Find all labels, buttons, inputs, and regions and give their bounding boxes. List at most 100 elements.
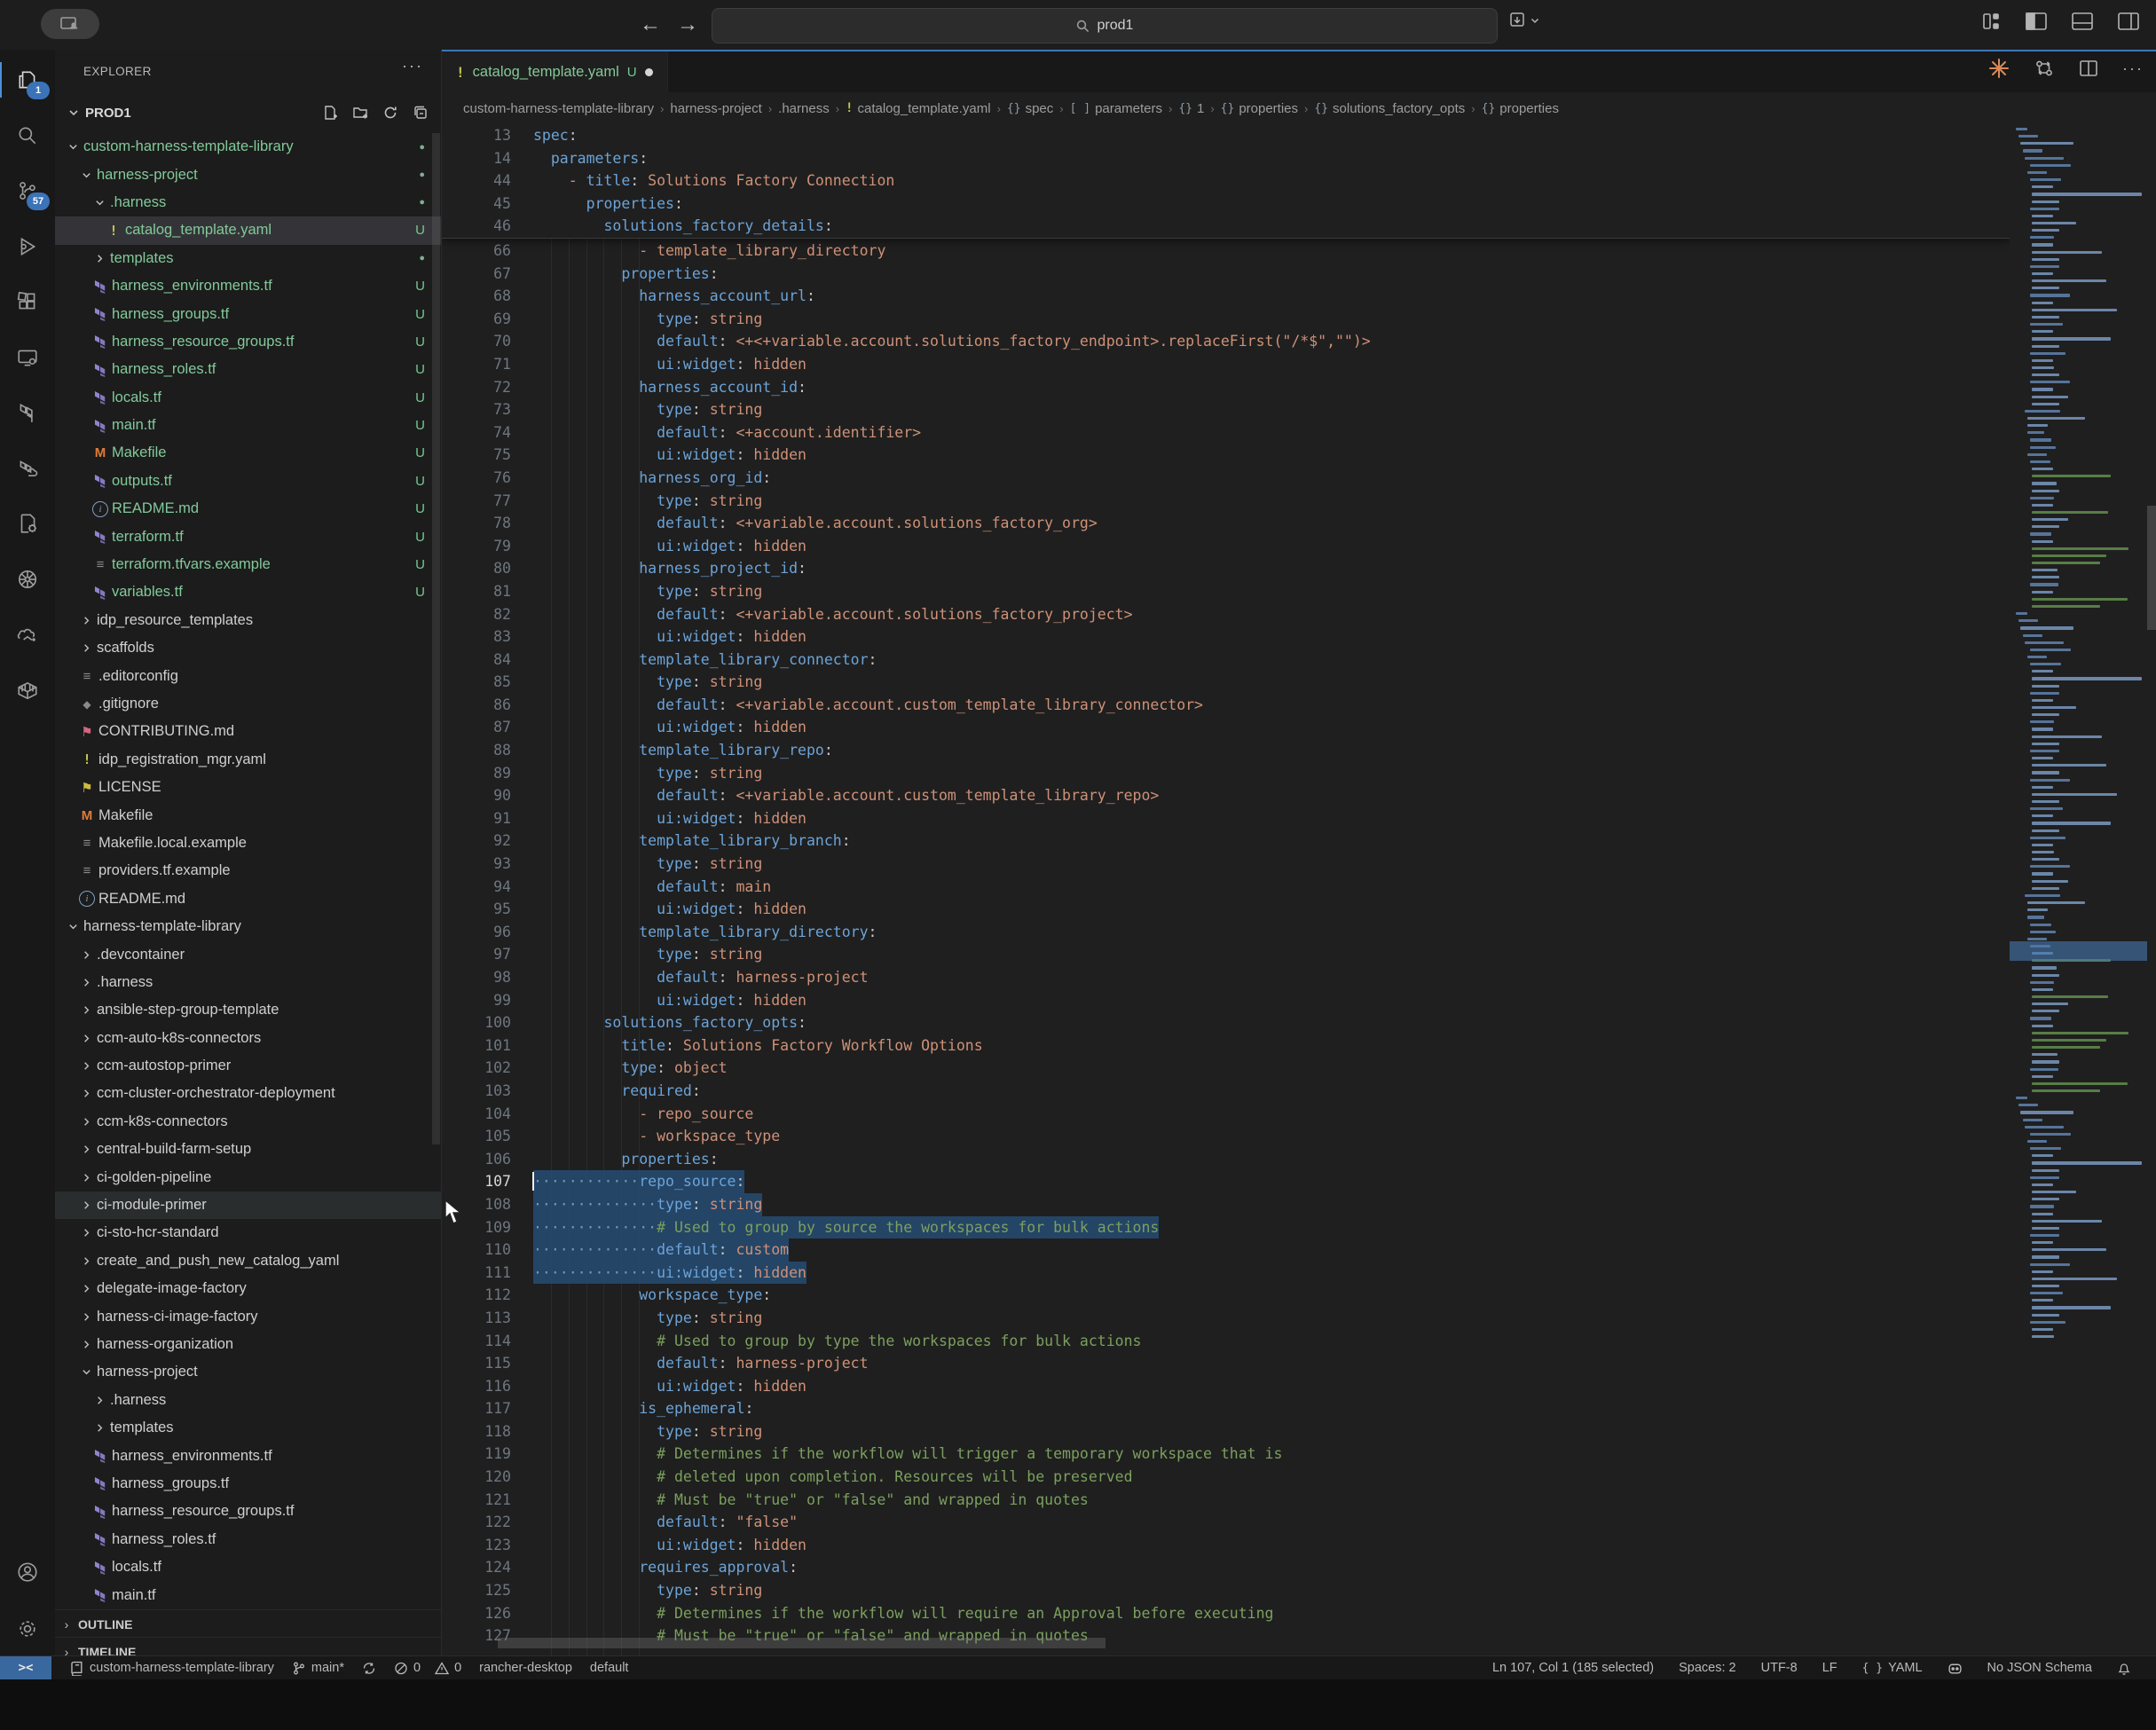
code-line-101[interactable]: 101 title: Solutions Factory Workflow Op… <box>442 1034 2010 1058</box>
code-line-81[interactable]: 81 type: string <box>442 580 2010 603</box>
tree-folder-harness-template-library[interactable]: harness-template-library <box>55 913 441 940</box>
code-line-117[interactable]: 117 is_ephemeral: <box>442 1397 2010 1420</box>
tree-folder--harness[interactable]: .harness <box>55 1387 441 1414</box>
code-line-105[interactable]: 105 - workspace_type <box>442 1125 2010 1148</box>
tree-file-harness-environments-tf[interactable]: harness_environments.tfU <box>55 272 441 300</box>
code-line-73[interactable]: 73 type: string <box>442 398 2010 421</box>
code-line-77[interactable]: 77 type: string <box>442 490 2010 513</box>
code-line-71[interactable]: 71 ui:widget: hidden <box>442 353 2010 376</box>
code-line-95[interactable]: 95 ui:widget: hidden <box>442 898 2010 921</box>
tree-file-variables-tf[interactable]: variables.tfU <box>55 578 441 606</box>
tab-modified-dot[interactable] <box>645 68 653 76</box>
workspace-section-header[interactable]: PROD1 <box>55 94 441 131</box>
tree-folder-templates[interactable]: templates● <box>55 245 441 272</box>
minimap[interactable] <box>2010 124 2147 1655</box>
tree-folder-custom-harness-template-library[interactable]: custom-harness-template-library● <box>55 133 441 161</box>
code-line-112[interactable]: 112 workspace_type: <box>442 1284 2010 1307</box>
code-lines[interactable]: 66 - template_library_directory67 proper… <box>442 240 2010 1647</box>
tree-file--editorconfig[interactable]: ≡.editorconfig <box>55 662 441 689</box>
tree-folder-harness-project[interactable]: harness-project● <box>55 161 441 188</box>
tree-file-locals-tf[interactable]: locals.tf <box>55 1553 441 1581</box>
activitybar-run-debug-icon[interactable] <box>0 222 55 271</box>
code-line-111[interactable]: 111··············ui:widget: hidden <box>442 1262 2010 1285</box>
status-indentation[interactable]: Spaces: 2 <box>1679 1661 1736 1675</box>
tree-folder-ansible-step-group-template[interactable]: ansible-step-group-template <box>55 996 441 1024</box>
collapse-all-icon[interactable] <box>413 105 429 121</box>
code-line-122[interactable]: 122 default: "false" <box>442 1511 2010 1534</box>
breadcrumb-item-custom-harness-template-library[interactable]: custom-harness-template-library <box>463 101 654 116</box>
outline-section-header[interactable]: ›OUTLINE <box>55 1609 441 1638</box>
tree-folder-central-build-farm-setup[interactable]: central-build-farm-setup <box>55 1136 441 1163</box>
open-changes-icon[interactable] <box>2034 58 2055 79</box>
tree-file-makefile[interactable]: MMakefileU <box>55 439 441 467</box>
tree-folder-harness-ci-image-factory[interactable]: harness-ci-image-factory <box>55 1302 441 1330</box>
tree-file-catalog-template-yaml[interactable]: !catalog_template.yamlU <box>55 216 441 244</box>
status-copilot[interactable] <box>1947 1661 1963 1676</box>
tree-file-main-tf[interactable]: main.tf <box>55 1581 441 1608</box>
tree-file-harness-groups-tf[interactable]: harness_groups.tf <box>55 1470 441 1498</box>
window-action-button[interactable] <box>1508 11 1540 30</box>
tree-file-readme-md[interactable]: iREADME.mdU <box>55 495 441 523</box>
code-line-44[interactable]: 44 - title: Solutions Factory Connection <box>442 169 2010 193</box>
status-sync[interactable] <box>362 1661 376 1676</box>
code-line-125[interactable]: 125 type: string <box>442 1579 2010 1602</box>
code-line-79[interactable]: 79 ui:widget: hidden <box>442 535 2010 558</box>
code-line-126[interactable]: 126 # Determines if the workflow will re… <box>442 1602 2010 1625</box>
more-actions-icon[interactable]: ··· <box>2122 59 2144 78</box>
code-line-74[interactable]: 74 default: <+account.identifier> <box>442 421 2010 444</box>
code-line-14[interactable]: 14 parameters: <box>442 147 2010 170</box>
tree-file-locals-tf[interactable]: locals.tfU <box>55 384 441 412</box>
remote-indicator[interactable]: >< <box>0 1656 51 1679</box>
tree-folder-ccm-auto-k8s-connectors[interactable]: ccm-auto-k8s-connectors <box>55 1025 441 1052</box>
tree-folder-templates[interactable]: templates <box>55 1414 441 1442</box>
status-notifications[interactable] <box>2117 1661 2131 1676</box>
code-line-66[interactable]: 66 - template_library_directory <box>442 240 2010 263</box>
tree-folder--harness[interactable]: .harness● <box>55 189 441 216</box>
breadcrumb-item-catalog-template-yaml[interactable]: !catalog_template.yaml <box>846 101 991 116</box>
activitybar-search-icon[interactable] <box>0 111 55 161</box>
tree-file-harness-groups-tf[interactable]: harness_groups.tfU <box>55 300 441 327</box>
activitybar-explorer-icon[interactable]: 1 <box>0 55 55 105</box>
code-line-87[interactable]: 87 ui:widget: hidden <box>442 716 2010 739</box>
tree-folder--devcontainer[interactable]: .devcontainer <box>55 940 441 968</box>
breadcrumb-item-1[interactable]: {}1 <box>1178 101 1204 116</box>
tree-file-terraform-tfvars-example[interactable]: ≡terraform.tfvars.exampleU <box>55 551 441 578</box>
status-encoding[interactable]: UTF-8 <box>1761 1661 1798 1675</box>
code-line-110[interactable]: 110··············default: custom <box>442 1239 2010 1262</box>
status-problems[interactable]: 00 <box>394 1661 461 1676</box>
code-line-100[interactable]: 100 solutions_factory_opts: <box>442 1011 2010 1034</box>
code-line-114[interactable]: 114 # Used to group by type the workspac… <box>442 1330 2010 1353</box>
tree-file-idp-registration-mgr-yaml[interactable]: !idp_registration_mgr.yaml <box>55 746 441 774</box>
split-editor-icon[interactable] <box>2078 58 2099 79</box>
code-line-68[interactable]: 68 harness_account_url: <box>442 285 2010 308</box>
refresh-icon[interactable] <box>382 105 398 121</box>
code-line-124[interactable]: 124 requires_approval: <box>442 1556 2010 1579</box>
code-line-91[interactable]: 91 ui:widget: hidden <box>442 807 2010 830</box>
vertical-scrollbar[interactable] <box>2147 124 2156 1730</box>
code-line-72[interactable]: 72 harness_account_id: <box>442 376 2010 399</box>
toggle-panel-icon[interactable] <box>2071 11 2094 32</box>
code-line-120[interactable]: 120 # deleted upon completion. Resources… <box>442 1466 2010 1489</box>
tree-folder-create-and-push-new-catalog-yaml[interactable]: create_and_push_new_catalog_yaml <box>55 1247 441 1275</box>
tree-folder-ci-sto-hcr-standard[interactable]: ci-sto-hcr-standard <box>55 1219 441 1246</box>
code-line-76[interactable]: 76 harness_org_id: <box>442 467 2010 490</box>
code-line-123[interactable]: 123 ui:widget: hidden <box>442 1534 2010 1557</box>
breadcrumb-item-solutions-factory-opts[interactable]: {}solutions_factory_opts <box>1314 101 1465 116</box>
code-line-121[interactable]: 121 # Must be "true" or "false" and wrap… <box>442 1489 2010 1512</box>
tree-file-contributing-md[interactable]: ⚑CONTRIBUTING.md <box>55 718 441 745</box>
tree-file-outputs-tf[interactable]: outputs.tfU <box>55 468 441 495</box>
code-line-45[interactable]: 45 properties: <box>442 193 2010 216</box>
code-line-93[interactable]: 93 type: string <box>442 853 2010 876</box>
breadcrumb-item-harness-project[interactable]: harness-project <box>670 101 761 116</box>
activitybar-ansible-icon[interactable] <box>0 609 55 659</box>
sticky-scroll[interactable]: 13spec:14 parameters:44 - title: Solutio… <box>442 124 2010 239</box>
code-line-86[interactable]: 86 default: <+variable.account.custom_te… <box>442 694 2010 717</box>
breadcrumb-item-parameters[interactable]: [ ]parameters <box>1070 101 1162 116</box>
code-line-85[interactable]: 85 type: string <box>442 671 2010 694</box>
code-line-98[interactable]: 98 default: harness-project <box>442 966 2010 989</box>
activitybar-accounts-icon[interactable] <box>0 1547 55 1597</box>
code-line-104[interactable]: 104 - repo_source <box>442 1103 2010 1126</box>
code-line-80[interactable]: 80 harness_project_id: <box>442 557 2010 580</box>
code-line-118[interactable]: 118 type: string <box>442 1420 2010 1443</box>
sidebar-scrollbar[interactable] <box>432 133 440 1144</box>
